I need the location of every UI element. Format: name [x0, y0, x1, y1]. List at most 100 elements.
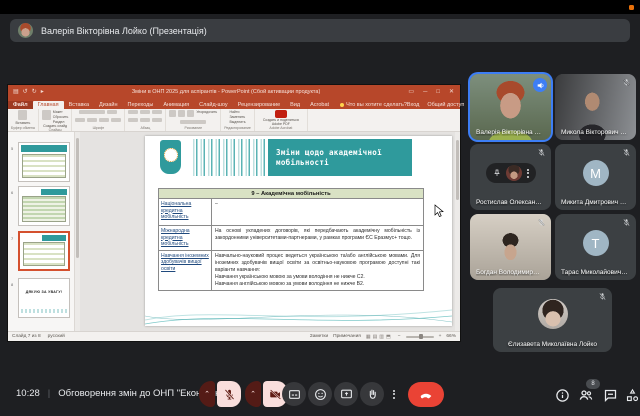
- comments-toggle[interactable]: Примечания: [333, 334, 361, 339]
- participant-name: Ростислав Олексан…: [476, 199, 547, 206]
- camera-options-chevron[interactable]: ⌃: [245, 381, 261, 407]
- pin-icon[interactable]: [493, 169, 501, 177]
- reactions-button[interactable]: [308, 382, 332, 406]
- view-switcher-icons[interactable]: ▦▤▥⬒: [366, 334, 393, 340]
- ppt-ribbon: Вставить Буфер обмена МакетСброситьРазде…: [8, 109, 460, 132]
- smiley-icon: [314, 388, 327, 401]
- people-icon: [578, 387, 594, 403]
- share-button[interactable]: Общий доступ: [427, 102, 464, 108]
- camera-off-icon: [269, 388, 282, 401]
- ppt-window-buttons[interactable]: ▭ ─ □ ✕: [408, 85, 454, 99]
- zoom-level[interactable]: 66%: [446, 334, 456, 339]
- ribbon-group-drawing[interactable]: Упорядочить Рисование: [166, 109, 221, 131]
- lightbulb-icon: [340, 103, 344, 107]
- participant-tile[interactable]: М Микита Дмитрович …: [555, 144, 636, 210]
- redo-icon[interactable]: ↻: [32, 85, 37, 99]
- presenter-avatar: [18, 23, 33, 38]
- presenter-banner-label: Валерія Вікторівна Лойко (Презентація): [41, 26, 207, 36]
- chat-icon: [603, 388, 618, 403]
- save-icon[interactable]: ▤: [13, 85, 19, 99]
- table-row: Міжнародна кредитна мобільність На основ…: [159, 226, 424, 251]
- participant-name: Тарас Миколайович…: [561, 269, 632, 276]
- ribbon-group-slides[interactable]: МакетСброситьРаздел Создать слайд Слайды: [39, 109, 73, 131]
- paste-icon[interactable]: [18, 110, 27, 120]
- new-slide-icon[interactable]: [42, 110, 51, 120]
- participant-tile[interactable]: Ростислав Олексан…: [470, 144, 551, 210]
- tab-view[interactable]: Вид: [285, 101, 305, 109]
- participant-name: Микита Дмитрович …: [561, 199, 632, 206]
- close-icon[interactable]: ✕: [449, 85, 454, 99]
- presenter-banner: Валерія Вікторівна Лойко (Презентація): [10, 19, 630, 42]
- current-slide: Зміни щодо академічної мобільності 9 – А…: [145, 136, 452, 326]
- zoom-slider[interactable]: [406, 336, 434, 338]
- minimize-icon[interactable]: ─: [423, 85, 427, 99]
- meet-bottom-bar: 10:28 | Обговорення змін до ОНП "Економі…: [0, 375, 640, 416]
- captions-button[interactable]: [282, 382, 306, 406]
- tab-transitions[interactable]: Переходы: [123, 101, 159, 109]
- adobe-pdf-icon[interactable]: [275, 110, 287, 118]
- ribbon-group-adobe[interactable]: Создать и поделиться Adobe PDF Adobe Acr…: [255, 109, 308, 131]
- language-indicator[interactable]: русский: [48, 334, 65, 339]
- ribbon-group-editing[interactable]: НайтиЗаменитьВыделить Редактирование: [221, 109, 255, 131]
- maximize-icon[interactable]: □: [436, 85, 440, 99]
- more-options-button[interactable]: [386, 382, 402, 406]
- slide-footer-waves: [145, 298, 452, 326]
- speaking-indicator: [533, 78, 547, 92]
- slide-scrollbar[interactable]: [455, 132, 460, 331]
- tab-home[interactable]: Главная: [33, 101, 64, 109]
- tell-me-box[interactable]: Что вы хотите сделать?: [340, 102, 407, 109]
- leave-call-button[interactable]: [408, 382, 444, 407]
- ribbon-group-clipboard[interactable]: Вставить Буфер обмена: [8, 109, 39, 131]
- mic-muted-icon: [622, 218, 631, 227]
- participant-tile[interactable]: Богдан Володимир…: [470, 214, 551, 280]
- tile-hover-controls[interactable]: [486, 163, 536, 183]
- slide-title: Зміни щодо академічної мобільності: [268, 139, 412, 176]
- slide-thumbnail-7-selected[interactable]: [18, 231, 70, 271]
- more-options-icon[interactable]: [527, 169, 529, 178]
- participant-name: Єлизавета Миколаївна Лойко: [497, 341, 608, 348]
- tab-animations[interactable]: Анимация: [158, 101, 194, 109]
- participant-name: Богдан Володимир…: [476, 269, 547, 276]
- tab-acrobat[interactable]: Acrobat: [305, 101, 334, 109]
- chat-button[interactable]: [601, 386, 619, 404]
- people-button[interactable]: 8: [577, 386, 595, 404]
- tab-design[interactable]: Дизайн: [94, 101, 123, 109]
- mic-muted-icon: [622, 78, 631, 87]
- participant-avatar: [538, 299, 568, 329]
- participant-letter-avatar: М: [583, 160, 609, 186]
- thumb-number: 8: [11, 282, 13, 287]
- mic-muted-button[interactable]: [217, 381, 241, 407]
- ribbon-group-paragraph[interactable]: Абзац: [125, 109, 166, 131]
- meeting-details-button[interactable]: [553, 386, 571, 404]
- mic-control-group: ⌃: [199, 381, 241, 407]
- tab-insert[interactable]: Вставка: [64, 101, 94, 109]
- zoom-in-icon[interactable]: +: [439, 334, 442, 339]
- activities-button[interactable]: [623, 386, 640, 404]
- ppt-ribbon-tabs: Файл Главная Вставка Дизайн Переходы Ани…: [8, 99, 460, 109]
- slide-thumbnail-6[interactable]: [18, 186, 70, 226]
- participant-tile[interactable]: Микола Вікторович …: [555, 74, 636, 140]
- slide-thumbnail-5[interactable]: [18, 142, 70, 182]
- participant-tile[interactable]: Т Тарас Миколайович…: [555, 214, 636, 280]
- ribbon-group-font[interactable]: Шрифт: [72, 109, 125, 131]
- ppt-window-title: Зміни в ОНП 2025 для аспірантів - PowerP…: [44, 89, 409, 95]
- participant-tile[interactable]: Валерія Вікторівна …: [470, 74, 551, 140]
- participant-name: Валерія Вікторівна …: [476, 129, 547, 136]
- present-button[interactable]: [334, 382, 358, 406]
- zoom-out-icon[interactable]: −: [398, 334, 401, 339]
- mic-options-chevron[interactable]: ⌃: [199, 381, 215, 407]
- raise-hand-button[interactable]: [360, 382, 384, 406]
- tab-review[interactable]: Рецензирование: [233, 101, 285, 109]
- table-row: Національна кредитна мобільність –: [159, 199, 424, 226]
- tab-file[interactable]: Файл: [8, 101, 33, 109]
- slide-thumbnail-8[interactable]: ДЯКУЮ ЗА УВАГУ!: [18, 278, 70, 318]
- ppt-status-bar: Слайд 7 из 8 русский Заметки Примечания …: [8, 331, 460, 341]
- quick-access-toolbar[interactable]: ▤↺↻▸: [13, 85, 44, 99]
- ribbon-options-icon[interactable]: ▭: [408, 85, 414, 99]
- tab-slideshow[interactable]: Слайд-шоу: [194, 101, 233, 109]
- participant-tile[interactable]: Єлизавета Миколаївна Лойко: [493, 288, 612, 352]
- sign-in-button[interactable]: Вход: [407, 102, 419, 108]
- camera-control-group: ⌃: [245, 381, 287, 407]
- notes-toggle[interactable]: Заметки: [310, 334, 328, 339]
- undo-icon[interactable]: ↺: [23, 85, 28, 99]
